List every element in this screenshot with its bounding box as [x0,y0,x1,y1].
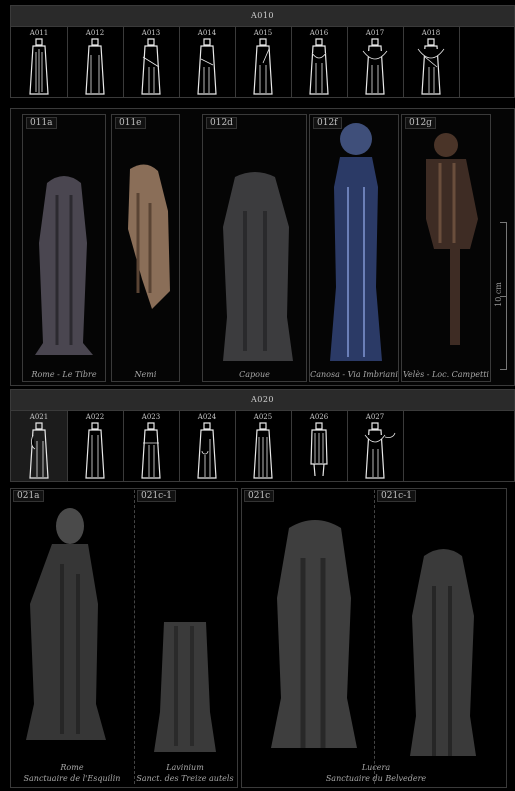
statuette-photo [271,520,357,748]
panel-caption: Lavinium [166,763,204,772]
figure-sketch-icon [29,38,49,95]
figure-sketch-icon [253,422,273,479]
panel-caption: Rome - Le Tibre [31,370,97,379]
statuette-photo [426,133,478,345]
panel-label: 021c [244,490,275,502]
statuette-photo [26,508,106,740]
type-label: A027 [365,413,385,421]
panel-caption: Capoue [239,370,270,379]
panel-label: 011e [115,117,146,129]
panel-caption: Sanctuaire de l'Esquilin [23,774,121,783]
figure-sketch-icon [29,422,49,479]
section-title: A010 [250,11,275,20]
type-label: A025 [253,413,273,421]
statuette-photo [35,176,93,355]
type-label: A023 [141,413,161,421]
panel-label: 012d [206,117,237,129]
type-label: A024 [197,413,217,421]
typology-strip-a020: A021 A022 A023 A024 A025 A026 A027 [10,410,515,482]
section-title: A020 [250,395,275,404]
scale-label: 10 cm [493,282,503,307]
figure-sketch-icon [362,38,388,95]
figure-sketch-icon [253,38,273,95]
type-thumb[interactable]: A015 [235,27,292,97]
type-label: A026 [309,413,329,421]
panel-caption: Sanct. des Treize autels [136,774,234,783]
photo-panel-012d[interactable]: 012d Capoue [202,114,307,382]
panel-caption: Rome [60,763,84,772]
typology-strip-a010: A011 A012 A013 A014 A015 A016 A017 A018 [10,26,515,98]
type-label: A021 [29,413,49,421]
panel-label: 011a [26,117,57,129]
figure-sketch-icon [417,38,445,95]
type-label: A012 [85,29,105,37]
type-label: A022 [85,413,105,421]
type-label: A011 [29,29,49,37]
photo-panel-012f[interactable]: 012f Canosa - Via Imbriani [309,114,399,382]
panel-caption: Nemi [134,370,157,379]
panel-label: 021a [13,490,44,502]
type-thumb[interactable]: A021 [11,411,68,481]
section-a010-header: A010 [10,5,515,27]
photo-panel-011a[interactable]: 011a Rome - Le Tibre [22,114,106,382]
type-thumb[interactable]: A027 [347,411,404,481]
type-thumb[interactable]: A023 [123,411,180,481]
type-thumb[interactable]: A018 [403,27,460,97]
type-thumb[interactable]: A014 [179,27,236,97]
type-label: A016 [309,29,329,37]
figure-sketch-icon [85,422,105,479]
type-thumb[interactable]: A022 [67,411,124,481]
type-thumb[interactable]: A026 [291,411,348,481]
scale-bar: 10 cm [493,222,510,372]
statuette-photo [154,622,216,752]
type-label: A014 [197,29,217,37]
photo-panel-021a[interactable]: 021a Rome Sanctuaire de l'Esquilin [10,488,134,786]
panel-caption: Velès - Loc. Campetti [403,370,489,379]
statuette-photo [330,123,382,361]
type-thumb[interactable]: A011 [11,27,68,97]
type-thumb[interactable]: A024 [179,411,236,481]
type-label: A018 [421,29,441,37]
photo-panel-021c[interactable]: 021c Lucera Sanctuaire du Belvedere [241,488,426,786]
type-thumb[interactable]: A025 [235,411,292,481]
statuette-photo [128,164,170,309]
type-label: A015 [253,29,273,37]
type-thumb[interactable]: A013 [123,27,180,97]
photo-panel-012g[interactable]: 012g Velès - Loc. Campetti [401,114,491,382]
statuette-photo [410,549,476,756]
figure-sketch-icon [309,38,329,95]
type-label: A017 [365,29,385,37]
figure-sketch-icon [85,38,105,95]
type-thumb[interactable]: A016 [291,27,348,97]
scale-tick [500,369,507,370]
figure-sketch-icon [197,38,217,95]
photo-panel-011e[interactable]: 011e Nemi [111,114,180,382]
figure-sketch-icon [141,422,161,479]
scale-tick [500,222,507,223]
panel-label: 021c-1 [137,490,176,502]
type-label: A013 [141,29,161,37]
section-a020-header: A020 [10,389,515,411]
statuette-photo [223,172,293,361]
figure-sketch-icon [364,422,396,479]
panel-caption: Canosa - Via Imbriani [310,370,398,379]
figure-sketch-icon [141,38,161,95]
figure-sketch-icon [310,422,328,477]
figure-sketch-icon [197,422,217,479]
photo-panel-021c-1b[interactable]: 021c-1 [374,488,505,786]
type-thumb[interactable]: A012 [67,27,124,97]
photo-panel-021c-1[interactable]: 021c-1 Lavinium Sanct. des Treize autels [134,488,236,786]
type-thumb[interactable]: A017 [347,27,404,97]
panel-label: 021c-1 [377,490,416,502]
